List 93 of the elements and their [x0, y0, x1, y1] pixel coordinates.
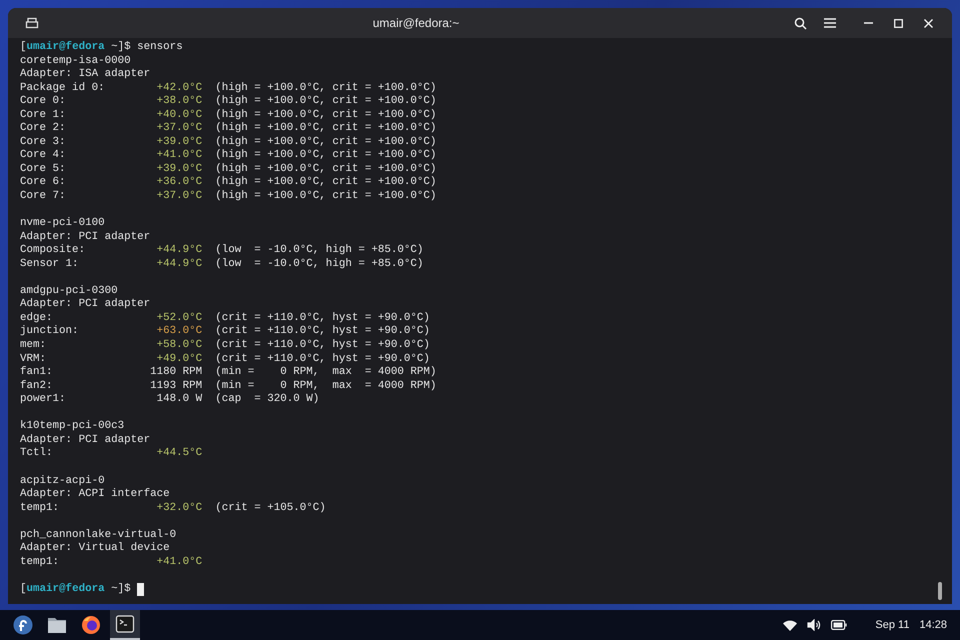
sensor-label: Sensor 1:: [20, 258, 79, 270]
sensor-label: power1:: [20, 393, 66, 406]
sensor-limits: (high = +100.0°C, crit = +100.0°C): [215, 176, 436, 190]
folder-icon: [47, 616, 67, 634]
sensor-label: Core 2:: [20, 122, 66, 134]
output-line: Adapter: ISA adapter: [20, 68, 150, 82]
scrollbar-thumb[interactable]: [938, 582, 942, 600]
sensor-label: Composite:: [20, 244, 86, 256]
sensor-label: Core 6:: [20, 176, 66, 188]
sensor-value: 148.0 W: [156, 393, 202, 407]
sensor-value: +40.0°C: [156, 108, 202, 122]
sensor-limits: (high = +100.0°C, crit = +100.0°C): [215, 136, 436, 149]
sensor-value: +37.0°C: [156, 190, 202, 204]
sensor-limits: (high = +100.0°C, crit = +100.0°C): [215, 149, 436, 163]
sensor-value: +36.0°C: [156, 176, 202, 190]
clock-time[interactable]: 14:28: [919, 616, 947, 634]
sensor-limits: (min = 0 RPM, max = 4000 RPM): [215, 380, 436, 393]
clock-date[interactable]: Sep 11: [875, 616, 910, 634]
sensor-value: +42.0°C: [156, 82, 202, 96]
sensor-limits: (crit = +110.0°C, hyst = +90.0°C): [215, 312, 430, 325]
output-line: Adapter: Virtual device: [20, 542, 170, 556]
sensor-limits: (low = -10.0°C, high = +85.0°C): [215, 244, 424, 258]
sensor-limits: (high = +100.0°C, crit = +100.0°C): [215, 108, 436, 122]
fedora-logo-icon: [13, 615, 33, 635]
new-tab-icon: [25, 16, 39, 30]
output-line: k10temp-pci-00c3: [20, 420, 124, 434]
sensor-limits: (high = +100.0°C, crit = +100.0°C): [215, 82, 436, 95]
taskbar-app-button[interactable]: [110, 610, 140, 640]
output-line: Adapter: PCI adapter: [20, 230, 150, 244]
sensor-limits: (high = +100.0°C, crit = +100.0°C): [215, 162, 436, 176]
sensor-value: +39.0°C: [156, 136, 202, 150]
sensor-value: +32.0°C: [156, 502, 202, 516]
maximize-icon: [894, 18, 902, 28]
window-title: umair@fedora:~: [372, 15, 460, 32]
output-line: nvme-pci-0100: [20, 217, 105, 231]
sensor-limits: (cap = 320.0 W): [215, 393, 320, 407]
sensor-label: Core 3:: [20, 136, 66, 148]
sensor-value: +41.0°C: [156, 149, 202, 163]
shell-prompt: [umair@fedora ~]$ sensors: [20, 41, 183, 55]
sensor-limits: (crit = +110.0°C, hyst = +90.0°C): [215, 325, 430, 339]
sensor-value: 1180 RPM: [150, 366, 202, 380]
minimize-icon: [864, 22, 872, 24]
sensor-label: temp1:: [20, 556, 60, 568]
sensor-value: 1193 RPM: [150, 380, 202, 394]
sensor-limits: (min = 0 RPM, max = 4000 RPM): [215, 366, 436, 380]
sensor-label: Core 1:: [20, 108, 66, 121]
sensor-label: Tctl:: [20, 447, 53, 460]
sensor-limits: (low = -10.0°C, high = +85.0°C): [215, 258, 424, 272]
sensor-limits: (high = +100.0°C, crit = +100.0°C): [215, 95, 436, 109]
browser-icon: [81, 615, 101, 635]
wifi-icon[interactable]: [783, 620, 798, 630]
sensor-label: fan2:: [20, 380, 53, 392]
sensor-limits: (high = +100.0°C, crit = +100.0°C): [215, 190, 436, 204]
close-icon: [924, 18, 932, 28]
sensor-value: +41.0°C: [156, 556, 202, 570]
sensor-label: junction:: [20, 325, 79, 338]
search-icon: [794, 16, 806, 30]
output-line: coretemp-isa-0000: [20, 54, 131, 68]
sensor-value: +39.0°C: [156, 162, 202, 176]
sensor-label: temp1:: [20, 502, 60, 514]
sensor-label: VRM:: [20, 352, 46, 365]
sensor-label: Package id 0:: [20, 82, 105, 94]
output-line: amdgpu-pci-0300: [20, 284, 118, 298]
sensor-value: +37.0°C: [156, 122, 202, 136]
sensor-limits: (crit = +110.0°C, hyst = +90.0°C): [215, 339, 430, 353]
sensor-label: edge:: [20, 312, 53, 324]
sensor-label: fan1:: [20, 366, 53, 378]
output-line: Adapter: PCI adapter: [20, 298, 150, 312]
shell-prompt: [umair@fedora ~]$: [20, 582, 132, 596]
sensor-value: +44.9°C: [156, 244, 202, 258]
sensor-limits: (crit = +105.0°C): [215, 502, 326, 516]
sensor-value: +63.0°C: [156, 325, 202, 340]
sensor-limits: (high = +100.0°C, crit = +100.0°C): [215, 122, 436, 136]
sensor-label: Core 0:: [20, 95, 66, 108]
sensor-value: +58.0°C: [156, 339, 202, 353]
sensor-label: Core 7:: [20, 190, 66, 202]
output-line: pch_cannonlake-virtual-0: [20, 528, 176, 542]
sensor-value: +52.0°C: [156, 312, 202, 326]
sensor-label: Core 5:: [20, 162, 66, 175]
output-line: Adapter: PCI adapter: [20, 434, 150, 447]
sensor-value: +49.0°C: [156, 352, 202, 366]
sensor-limits: (crit = +110.0°C, hyst = +90.0°C): [215, 352, 430, 366]
output-line: acpitz-acpi-0: [20, 474, 105, 488]
sensor-label: Core 4:: [20, 149, 66, 162]
volume-icon[interactable]: [807, 619, 822, 631]
battery-icon[interactable]: [831, 620, 848, 630]
sensor-label: mem:: [20, 339, 46, 352]
terminal-icon: [115, 614, 135, 634]
sensor-value: +38.0°C: [156, 95, 202, 109]
sensor-value: +44.9°C: [156, 258, 202, 272]
menu-icon: [824, 18, 836, 28]
sensor-value: +44.5°C: [156, 447, 202, 461]
output-line: Adapter: ACPI interface: [20, 488, 170, 502]
